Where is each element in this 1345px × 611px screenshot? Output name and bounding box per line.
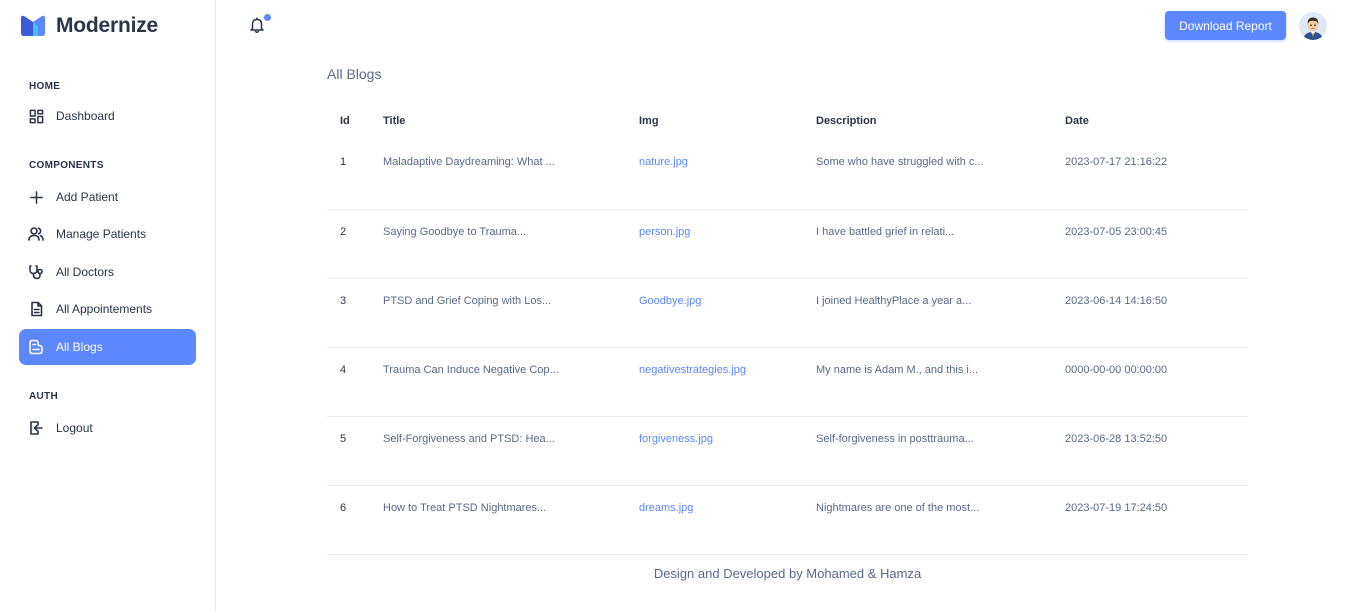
section-title-components: COMPONENTS — [29, 160, 104, 171]
cell-description: Nightmares are one of the most... — [816, 485, 1065, 555]
cell-img: person.jpg — [639, 209, 816, 279]
dashboard-icon — [28, 108, 44, 124]
sidebar-item-label: All Blogs — [56, 340, 103, 354]
cell-id: 6 — [327, 485, 383, 555]
logo-icon — [21, 15, 45, 36]
users-icon — [28, 226, 44, 242]
cell-description: My name is Adam M., and this i... — [816, 347, 1065, 417]
file-text-icon — [28, 301, 44, 317]
cell-description: I joined HealthyPlace a year a... — [816, 278, 1065, 348]
blogs-table: Id Title Img Description Date 1 Maladapt… — [327, 102, 1248, 555]
logout-icon — [28, 420, 44, 436]
cell-id: 1 — [327, 140, 383, 210]
table-row: 3 PTSD and Grief Coping with Los... Good… — [327, 278, 1248, 348]
sidebar-item-label: Add Patient — [56, 190, 119, 204]
sidebar-item-dashboard[interactable]: Dashboard — [19, 98, 196, 134]
cell-date: 0000-00-00 00:00:00 — [1065, 347, 1248, 417]
cell-img: Goodbye.jpg — [639, 278, 816, 348]
column-header-img: Img — [639, 115, 659, 127]
blog-icon — [28, 339, 44, 355]
sidebar-item-logout[interactable]: Logout — [19, 410, 196, 446]
table-row: 5 Self-Forgiveness and PTSD: Hea... forg… — [327, 416, 1248, 486]
cell-title: PTSD and Grief Coping with Los... — [383, 278, 639, 348]
table-row: 1 Maladaptive Daydreaming: What ... natu… — [327, 140, 1248, 210]
table-row: 2 Saying Goodbye to Trauma... person.jpg… — [327, 209, 1248, 279]
cell-description: Self-forgiveness in posttrauma... — [816, 416, 1065, 486]
cell-title: Maladaptive Daydreaming: What ... — [383, 140, 639, 210]
avatar-icon — [1299, 12, 1327, 40]
page-title: All Blogs — [327, 66, 382, 82]
cell-img: forgiveness.jpg — [639, 416, 816, 486]
cell-id: 5 — [327, 416, 383, 486]
sidebar-item-all-blogs[interactable]: All Blogs — [19, 329, 196, 365]
image-link[interactable]: Goodbye.jpg — [639, 295, 701, 307]
cell-date: 2023-07-19 17:24:50 — [1065, 485, 1248, 555]
column-header-id: Id — [340, 115, 350, 127]
cell-description: I have battled grief in relati... — [816, 209, 1065, 279]
stethoscope-icon — [28, 264, 44, 280]
image-link[interactable]: person.jpg — [639, 226, 690, 238]
cell-img: negativestrategies.jpg — [639, 347, 816, 417]
column-header-title: Title — [383, 115, 406, 127]
cell-date: 2023-06-14 14:16:50 — [1065, 278, 1248, 348]
sidebar-item-label: All Doctors — [56, 265, 115, 279]
column-header-description: Description — [816, 115, 877, 127]
sidebar-item-label: Manage Patients — [56, 227, 147, 241]
table-row: 4 Trauma Can Induce Negative Cop... nega… — [327, 347, 1248, 417]
app-root: Modernize HOME Dashboard COMPONENTS Add … — [0, 0, 1345, 611]
image-link[interactable]: nature.jpg — [639, 156, 688, 168]
cell-id: 4 — [327, 347, 383, 417]
table-row: 6 How to Treat PTSD Nightmares... dreams… — [327, 485, 1248, 555]
cell-title: Saying Goodbye to Trauma... — [383, 209, 639, 279]
sidebar-item-label: All Appointements — [56, 302, 153, 316]
column-header-date: Date — [1065, 115, 1089, 127]
image-link[interactable]: dreams.jpg — [639, 502, 693, 514]
user-avatar[interactable] — [1299, 12, 1327, 40]
cell-description: Some who have struggled with c... — [816, 140, 1065, 210]
sidebar-item-label: Dashboard — [56, 109, 115, 123]
cell-id: 2 — [327, 209, 383, 279]
cell-img: nature.jpg — [639, 140, 816, 210]
sidebar-item-all-appointements[interactable]: All Appointements — [19, 291, 196, 327]
table-header-row: Id Title Img Description Date — [327, 102, 1248, 140]
section-title-home: HOME — [29, 81, 61, 92]
image-link[interactable]: negativestrategies.jpg — [639, 364, 746, 376]
sidebar-item-manage-patients[interactable]: Manage Patients — [19, 216, 196, 252]
sidebar-item-add-patient[interactable]: Add Patient — [19, 179, 196, 215]
section-title-auth: AUTH — [29, 391, 58, 402]
cell-img: dreams.jpg — [639, 485, 816, 555]
cell-title: How to Treat PTSD Nightmares... — [383, 485, 639, 555]
image-link[interactable]: forgiveness.jpg — [639, 433, 713, 445]
brand[interactable]: Modernize — [19, 12, 158, 40]
sidebar: Modernize HOME Dashboard COMPONENTS Add … — [0, 0, 216, 611]
cell-date: 2023-06-28 13:52:50 — [1065, 416, 1248, 486]
sidebar-item-all-doctors[interactable]: All Doctors — [19, 254, 196, 290]
cell-date: 2023-07-05 23:00:45 — [1065, 209, 1248, 279]
cell-title: Trauma Can Induce Negative Cop... — [383, 347, 639, 417]
cell-id: 3 — [327, 278, 383, 348]
cell-title: Self-Forgiveness and PTSD: Hea... — [383, 416, 639, 486]
cell-date: 2023-07-17 21:16:22 — [1065, 140, 1248, 210]
sidebar-item-label: Logout — [56, 421, 93, 435]
download-report-button[interactable]: Download Report — [1165, 11, 1286, 40]
plus-icon — [28, 189, 44, 205]
brand-name: Modernize — [56, 14, 159, 37]
footer-credit: Design and Developed by Mohamed & Hamza — [653, 566, 922, 581]
notification-badge — [264, 14, 271, 21]
